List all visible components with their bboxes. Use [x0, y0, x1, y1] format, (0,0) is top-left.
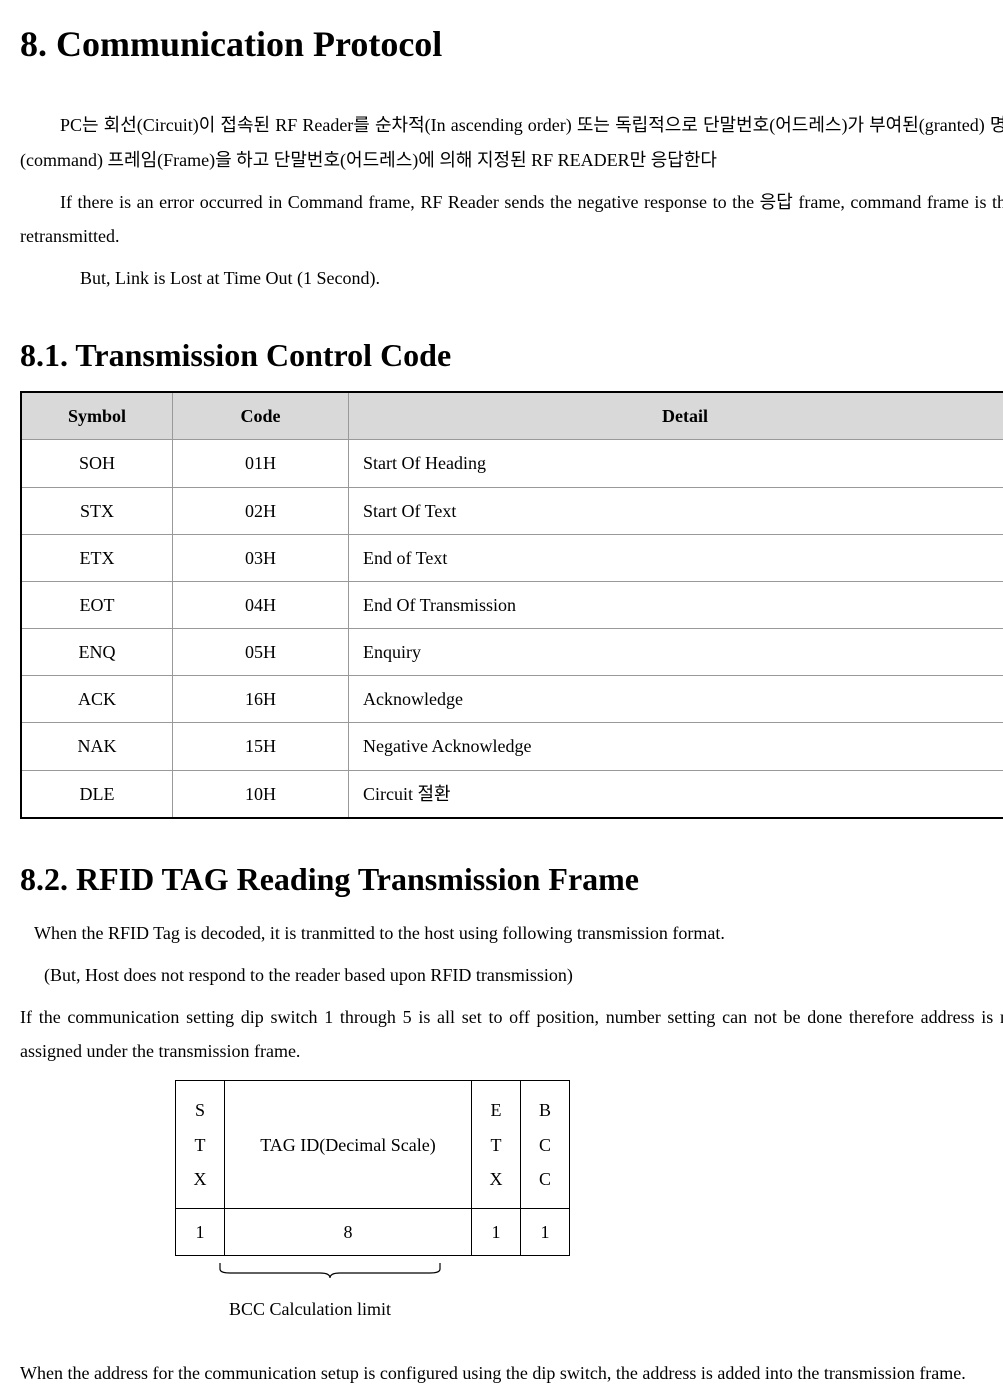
intro-paragraph-3: But, Link is Lost at Time Out (1 Second)…: [20, 261, 1003, 295]
frame-etx: E T X: [472, 1081, 521, 1209]
cell-symbol: STX: [21, 487, 173, 534]
cell-detail: Circuit 절환: [349, 770, 1003, 818]
frame-bcc: B C C: [521, 1081, 570, 1209]
section82-p4: When the address for the communication s…: [20, 1356, 1003, 1390]
frame-stx-bytes: 1: [176, 1208, 225, 1255]
th-code: Code: [173, 392, 349, 440]
intro-paragraph-2: If there is an error occurred in Command…: [20, 185, 1003, 253]
transmission-control-code-table: Symbol Code Detail SOH 01H Start Of Head…: [20, 391, 1003, 819]
cell-symbol: ETX: [21, 534, 173, 581]
cell-symbol: NAK: [21, 723, 173, 770]
frame-tag-bytes: 8: [225, 1208, 472, 1255]
table-row: ETX 03H End of Text: [21, 534, 1003, 581]
table-row: STX 02H Start Of Text: [21, 487, 1003, 534]
cell-code: 05H: [173, 629, 349, 676]
bcc-calculation-limit-label: BCC Calculation limit: [175, 1292, 445, 1326]
cell-detail: Start Of Heading: [349, 440, 1003, 487]
frame-bcc-bytes: 1: [521, 1208, 570, 1255]
frame-row-bytes: 1 8 1 1: [176, 1208, 570, 1255]
th-symbol: Symbol: [21, 392, 173, 440]
cell-symbol: SOH: [21, 440, 173, 487]
section82-p2: (But, Host does not respond to the reade…: [20, 958, 1003, 992]
cell-code: 01H: [173, 440, 349, 487]
frame-row-labels: S T X TAG ID(Decimal Scale) E T X B C C: [176, 1081, 570, 1209]
th-detail: Detail: [349, 392, 1003, 440]
cell-code: 02H: [173, 487, 349, 534]
cell-detail: Start Of Text: [349, 487, 1003, 534]
section82-p3: If the communication setting dip switch …: [20, 1000, 1003, 1068]
cell-code: 16H: [173, 676, 349, 723]
cell-code: 10H: [173, 770, 349, 818]
table-row: SOH 01H Start Of Heading: [21, 440, 1003, 487]
cell-detail: Enquiry: [349, 629, 1003, 676]
cell-code: 15H: [173, 723, 349, 770]
cell-code: 03H: [173, 534, 349, 581]
cell-symbol: EOT: [21, 581, 173, 628]
heading-8: 8. Communication Protocol: [20, 10, 1003, 78]
cell-detail: Negative Acknowledge: [349, 723, 1003, 770]
table-row: ENQ 05H Enquiry: [21, 629, 1003, 676]
table-row: ACK 16H Acknowledge: [21, 676, 1003, 723]
cell-symbol: ACK: [21, 676, 173, 723]
frame-tag: TAG ID(Decimal Scale): [225, 1081, 472, 1209]
cell-detail: End Of Transmission: [349, 581, 1003, 628]
section82-p1: When the RFID Tag is decoded, it is tran…: [20, 916, 1003, 950]
table-row: EOT 04H End Of Transmission: [21, 581, 1003, 628]
bcc-bracket: [175, 1256, 445, 1274]
frame-stx: S T X: [176, 1081, 225, 1209]
frame-etx-bytes: 1: [472, 1208, 521, 1255]
heading-8-1: 8.1. Transmission Control Code: [20, 325, 1003, 386]
table-header-row: Symbol Code Detail: [21, 392, 1003, 440]
cell-detail: Acknowledge: [349, 676, 1003, 723]
cell-detail: End of Text: [349, 534, 1003, 581]
table-row: NAK 15H Negative Acknowledge: [21, 723, 1003, 770]
cell-symbol: DLE: [21, 770, 173, 818]
cell-symbol: ENQ: [21, 629, 173, 676]
heading-8-2: 8.2. RFID TAG Reading Transmission Frame: [20, 849, 1003, 910]
intro-paragraph-1: PC는 회선(Circuit)이 접속된 RF Reader를 순차적(In a…: [20, 108, 1003, 176]
transmission-frame-table: S T X TAG ID(Decimal Scale) E T X B C C …: [175, 1080, 570, 1256]
brace-icon: [175, 1261, 445, 1279]
cell-code: 04H: [173, 581, 349, 628]
table-row: DLE 10H Circuit 절환: [21, 770, 1003, 818]
